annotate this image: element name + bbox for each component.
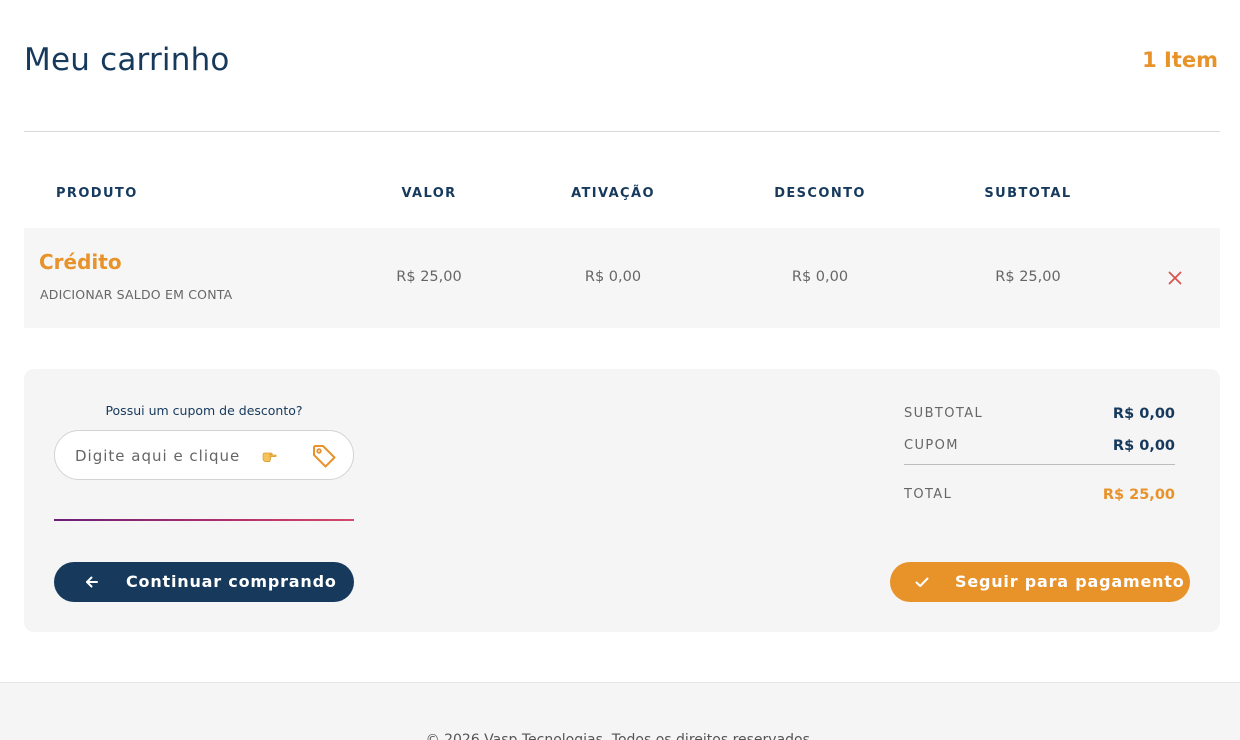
summary-total-label: TOTAL — [904, 487, 953, 502]
column-header-ativacao: ATIVAÇÃO — [571, 186, 655, 201]
tag-icon[interactable] — [310, 442, 338, 470]
summary-total-value: R$ 25,00 — [1102, 487, 1175, 503]
summary-coupon-label: CUPOM — [904, 438, 959, 453]
proceed-to-payment-label: Seguir para pagamento — [955, 572, 1185, 591]
coupon-label: Possui um cupom de desconto? — [105, 403, 303, 418]
summary-divider — [904, 464, 1175, 465]
arrow-left-icon — [86, 576, 98, 588]
footer-copyright: © 2026 Vasp Tecnologias. Todos os direit… — [425, 732, 815, 740]
check-icon — [915, 577, 929, 587]
checkout-panel: Possui um cupom de desconto? SUBTOTAL R$… — [24, 369, 1220, 632]
summary-coupon-value: R$ 0,00 — [1112, 438, 1175, 454]
cart-header: Meu carrinho 1 Item — [24, 0, 1220, 132]
page-footer: © 2026 Vasp Tecnologias. Todos os direit… — [0, 682, 1240, 740]
continue-shopping-button[interactable]: Continuar comprando — [54, 562, 354, 602]
cart-table-header: PRODUTO VALOR ATIVAÇÃO DESCONTO SUBTOTAL — [24, 178, 1220, 210]
page-title: Meu carrinho — [24, 42, 230, 78]
column-header-subtotal: SUBTOTAL — [984, 186, 1072, 201]
product-name: Crédito — [39, 250, 122, 274]
item-valor: R$ 25,00 — [396, 269, 462, 285]
continue-shopping-label: Continuar comprando — [126, 572, 337, 591]
close-icon — [1168, 271, 1182, 285]
column-header-produto: PRODUTO — [56, 186, 138, 201]
coupon-divider — [54, 519, 354, 521]
proceed-to-payment-button[interactable]: Seguir para pagamento — [890, 562, 1190, 602]
column-header-valor: VALOR — [401, 186, 457, 201]
remove-item-button[interactable] — [1163, 266, 1187, 290]
product-description: ADICIONAR SALDO EM CONTA — [40, 287, 233, 302]
coupon-field[interactable] — [54, 430, 354, 480]
coupon-input[interactable] — [75, 443, 275, 469]
item-count-badge: 1 Item — [1142, 48, 1218, 72]
item-ativacao: R$ 0,00 — [584, 269, 642, 285]
item-desconto: R$ 0,00 — [791, 269, 849, 285]
column-header-desconto: DESCONTO — [774, 186, 866, 201]
summary-subtotal-value: R$ 0,00 — [1112, 406, 1175, 422]
item-subtotal: R$ 25,00 — [995, 269, 1061, 285]
cart-item-row: Crédito ADICIONAR SALDO EM CONTA R$ 25,0… — [24, 228, 1220, 328]
summary-subtotal-label: SUBTOTAL — [904, 406, 984, 421]
pointing-hand-icon — [262, 452, 277, 462]
